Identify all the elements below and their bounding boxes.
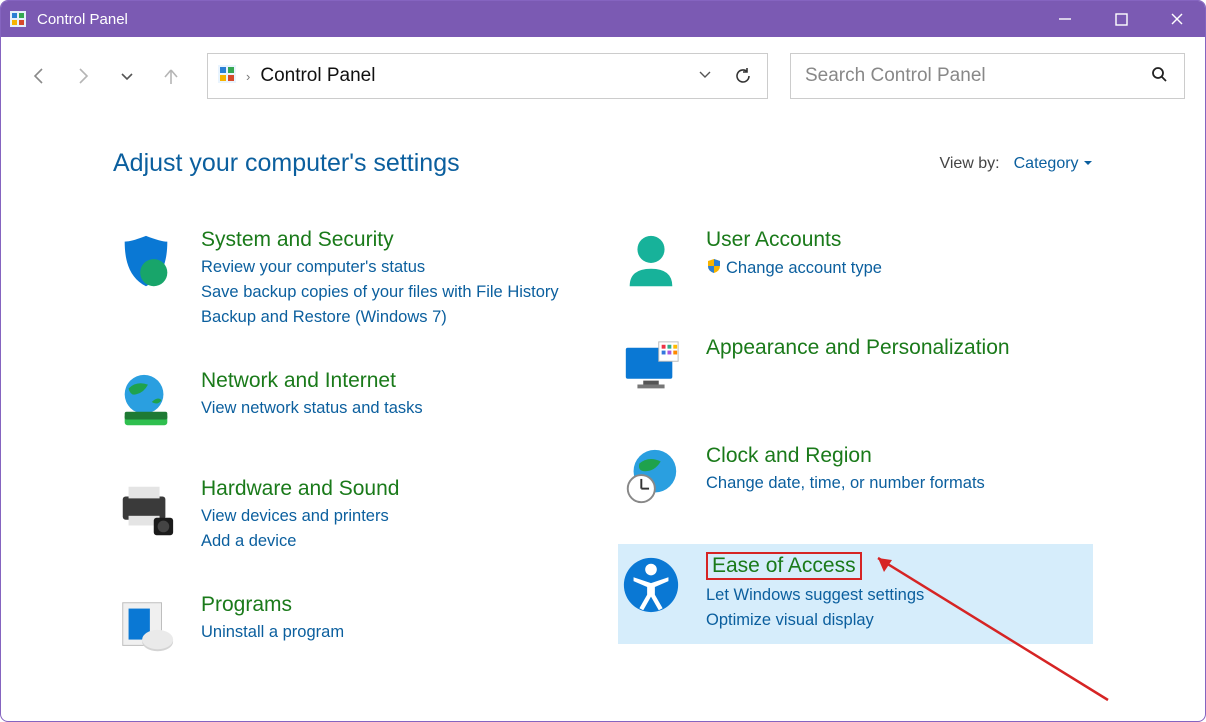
category-appearance-and-personalization: Appearance and Personalization xyxy=(618,328,1093,416)
maximize-button[interactable] xyxy=(1093,1,1149,37)
view-by: View by: Category xyxy=(939,155,1093,173)
category-title[interactable]: Programs xyxy=(201,593,344,617)
category-link[interactable]: View devices and printers xyxy=(201,507,399,526)
category-title[interactable]: Network and Internet xyxy=(201,369,423,393)
address-bar[interactable]: › Control Panel xyxy=(207,53,768,99)
category-title[interactable]: Ease of Access xyxy=(706,552,862,580)
category-link[interactable]: Change date, time, or number formats xyxy=(706,474,985,493)
category-link[interactable]: Let Windows suggest settings xyxy=(706,586,924,605)
up-button[interactable] xyxy=(153,58,189,94)
search-box[interactable] xyxy=(790,53,1185,99)
toolbar: › Control Panel xyxy=(1,37,1205,115)
minimize-button[interactable] xyxy=(1037,1,1093,37)
category-clock-and-region: Clock and Region Change date, time, or n… xyxy=(618,436,1093,524)
programs-icon xyxy=(113,593,179,659)
content-area: Adjust your computer's settings View by:… xyxy=(1,115,1205,703)
category-link[interactable]: Optimize visual display xyxy=(706,611,924,630)
category-link[interactable]: Save backup copies of your files with Fi… xyxy=(201,283,559,302)
category-link[interactable]: Backup and Restore (Windows 7) xyxy=(201,308,559,327)
category-title[interactable]: Clock and Region xyxy=(706,444,985,468)
breadcrumb-separator-icon: › xyxy=(246,69,250,84)
accessibility-icon xyxy=(618,552,684,618)
close-button[interactable] xyxy=(1149,1,1205,37)
user-icon xyxy=(618,228,684,294)
window-controls xyxy=(1037,1,1205,37)
page-heading: Adjust your computer's settings xyxy=(113,149,460,178)
category-user-accounts: User Accounts Change account type xyxy=(618,220,1093,308)
search-icon[interactable] xyxy=(1147,66,1170,87)
refresh-button[interactable] xyxy=(729,66,757,86)
uac-shield-icon xyxy=(706,258,722,279)
category-title[interactable]: System and Security xyxy=(201,228,559,252)
monitor-icon xyxy=(618,336,684,402)
category-ease-of-access: Ease of Access Let Windows suggest setti… xyxy=(618,544,1093,644)
category-link[interactable]: Add a device xyxy=(201,532,399,551)
forward-button[interactable] xyxy=(65,58,101,94)
globe-icon xyxy=(113,369,179,435)
breadcrumb-location[interactable]: Control Panel xyxy=(260,65,681,87)
category-network-and-internet: Network and Internet View network status… xyxy=(113,361,588,449)
clock-globe-icon xyxy=(618,444,684,510)
view-by-dropdown[interactable]: Category xyxy=(1014,155,1093,173)
category-programs: Programs Uninstall a program xyxy=(113,585,588,673)
category-link[interactable]: Review your computer's status xyxy=(201,258,559,277)
window-title: Control Panel xyxy=(37,11,128,28)
address-icon xyxy=(218,65,236,88)
category-link[interactable]: Change account type xyxy=(706,258,882,279)
category-system-and-security: System and Security Review your computer… xyxy=(113,220,588,341)
category-title[interactable]: User Accounts xyxy=(706,228,882,252)
titlebar: Control Panel xyxy=(1,1,1205,37)
category-title[interactable]: Hardware and Sound xyxy=(201,477,399,501)
recent-locations-dropdown[interactable] xyxy=(109,58,145,94)
category-link[interactable]: Uninstall a program xyxy=(201,623,344,642)
search-input[interactable] xyxy=(805,65,1147,87)
shield-icon xyxy=(113,228,179,294)
view-by-label: View by: xyxy=(939,155,999,173)
category-title[interactable]: Appearance and Personalization xyxy=(706,336,1010,360)
back-button[interactable] xyxy=(21,58,57,94)
address-history-dropdown[interactable] xyxy=(691,67,719,86)
control-panel-icon xyxy=(9,10,27,28)
category-hardware-and-sound: Hardware and Sound View devices and prin… xyxy=(113,469,588,565)
printer-icon xyxy=(113,477,179,543)
category-link[interactable]: View network status and tasks xyxy=(201,399,423,418)
